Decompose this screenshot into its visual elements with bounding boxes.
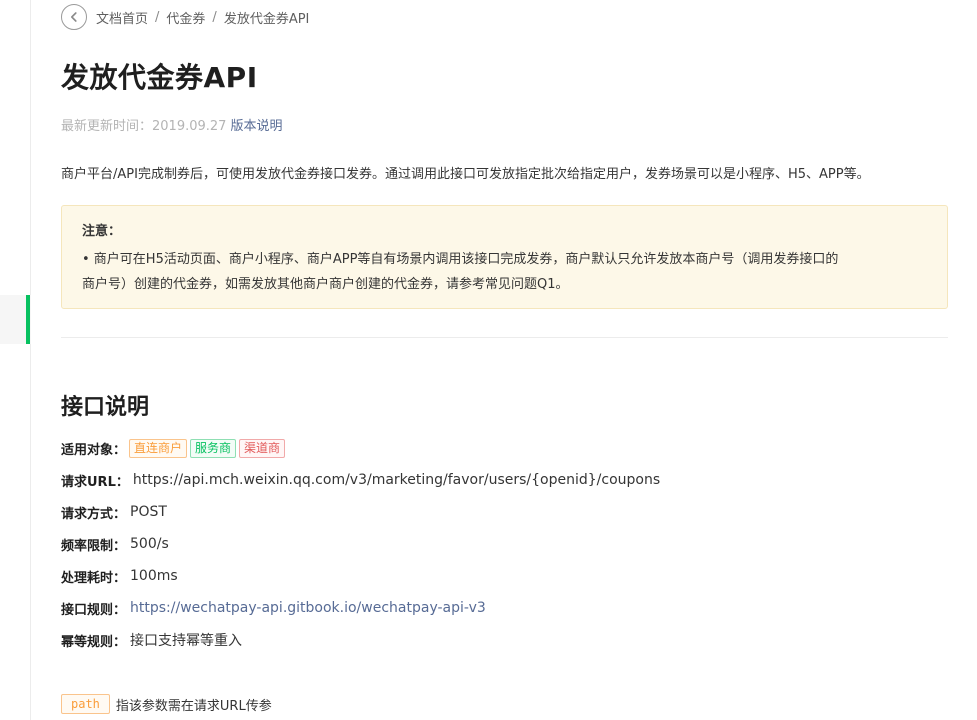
- prop-processing-time: 处理耗时： 100ms: [61, 560, 948, 592]
- update-time: 最新更新时间：2019.09.27: [61, 119, 227, 134]
- path-param-chip: path: [61, 694, 110, 714]
- section-divider: [61, 337, 948, 338]
- api-properties: 适用对象： 直连商户 服务商 渠道商 请求URL： https://api.mc…: [61, 432, 948, 656]
- api-rules-link[interactable]: https://wechatpay-api.gitbook.io/wechatp…: [130, 600, 486, 616]
- prop-label: 请求方式：: [61, 506, 127, 522]
- prop-label: 适用对象：: [61, 442, 127, 458]
- prop-idempotency: 幂等规则： 接口支持幂等重入: [61, 624, 948, 656]
- breadcrumb-item-current: 发放代金券API: [223, 11, 310, 27]
- section-title: 接口说明: [61, 395, 150, 420]
- tag-channel-partner: 渠道商: [239, 438, 286, 458]
- active-indicator: [26, 295, 30, 344]
- left-sidebar-rail: [0, 0, 31, 720]
- notice-line: 商户号）创建的代金券，如需发放其他商户商户创建的代金券，请参考常见问题Q1。: [82, 277, 569, 292]
- breadcrumb-item-coupons[interactable]: 代金券: [166, 8, 205, 27]
- notice-box: 注意： • 商户可在H5活动页面、商户小程序、商户APP等自有场景内调用该接口完…: [61, 205, 948, 309]
- notice-line: • 商户可在H5活动页面、商户小程序、商户APP等自有场景内调用该接口完成发券，…: [82, 252, 839, 267]
- breadcrumb-separator: /: [155, 9, 160, 25]
- page-title: 发放代金券API: [61, 61, 258, 94]
- prop-request-url: 请求URL： https://api.mch.weixin.qq.com/v3/…: [61, 464, 948, 496]
- prop-label: 接口规则：: [61, 602, 127, 618]
- prop-label: 幂等规则：: [61, 634, 127, 650]
- processing-time-value: 100ms: [130, 568, 178, 584]
- path-param-description: 指该参数需在请求URL传参: [115, 698, 272, 714]
- intro-text: 商户平台/API完成制券后，可使用发放代金券接口发券。通过调用此接口可发放指定批…: [61, 167, 870, 182]
- prop-request-method: 请求方式： POST: [61, 496, 948, 528]
- back-button[interactable]: [61, 4, 87, 30]
- prop-label: 频率限制：: [61, 538, 127, 554]
- param-legend: path 指该参数需在请求URL传参: [61, 694, 272, 714]
- update-info: 最新更新时间：2019.09.27 版本说明: [61, 115, 282, 134]
- idempotency-value: 接口支持幂等重入: [130, 633, 243, 649]
- request-url-value: https://api.mch.weixin.qq.com/v3/marketi…: [132, 472, 661, 488]
- request-method-value: POST: [130, 504, 167, 520]
- prop-audience: 适用对象： 直连商户 服务商 渠道商: [61, 432, 948, 464]
- breadcrumb-separator: /: [212, 9, 217, 25]
- rate-limit-value: 500/s: [130, 536, 169, 552]
- prop-rate-limit: 频率限制： 500/s: [61, 528, 948, 560]
- tag-service-provider: 服务商: [190, 438, 237, 458]
- breadcrumb-item-docs-home[interactable]: 文档首页: [96, 8, 148, 27]
- notice-title: 注意：: [82, 224, 122, 239]
- breadcrumb: 文档首页 / 代金券 / 发放代金券API: [61, 4, 309, 30]
- version-notes-link[interactable]: 版本说明: [230, 119, 282, 134]
- tag-direct-merchant: 直连商户: [129, 438, 188, 458]
- prop-label: 处理耗时：: [61, 570, 127, 586]
- prop-api-rules: 接口规则： https://wechatpay-api.gitbook.io/w…: [61, 592, 948, 624]
- prop-label: 请求URL：: [61, 474, 129, 490]
- chevron-left-icon: [71, 12, 77, 22]
